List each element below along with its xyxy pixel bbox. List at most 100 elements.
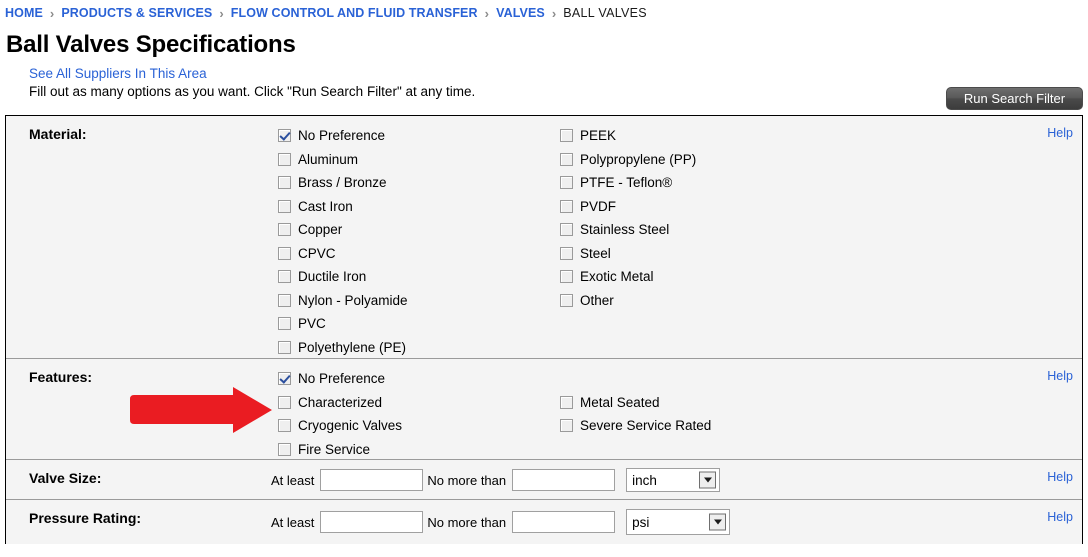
breadcrumb-item-ball-valves: BALL VALVES [563, 6, 647, 20]
breadcrumb-item-flow-control-and-fluid-transfer[interactable]: FLOW CONTROL AND FLUID TRANSFER [231, 6, 478, 20]
pressure-rating-unit-select[interactable]: psi [626, 509, 731, 535]
checkbox-unchecked-icon[interactable] [278, 317, 291, 331]
checkbox-label[interactable]: Characterized [298, 395, 382, 410]
checkbox-unchecked-icon[interactable] [278, 246, 291, 260]
checkbox-item[interactable]: Stainless Steel [560, 218, 696, 242]
checkbox-label[interactable]: No Preference [298, 371, 385, 386]
run-search-filter-button[interactable]: Run Search Filter [946, 87, 1083, 110]
pressure-rating-range-controls: At least No more than psi [271, 500, 731, 544]
spec-row-features: Features: Help No Preference Characterize… [6, 359, 1082, 460]
help-link-valve-size[interactable]: Help [1047, 470, 1073, 484]
checkbox-item[interactable]: No Preference [278, 367, 402, 391]
checkbox-label[interactable]: Stainless Steel [580, 222, 669, 237]
checkbox-item[interactable]: Aluminum [278, 148, 408, 172]
checkbox-unchecked-icon[interactable] [560, 270, 573, 284]
checkbox-label[interactable]: No Preference [298, 128, 385, 143]
checkbox-label[interactable]: Metal Seated [580, 395, 660, 410]
valve-size-unit-value: inch [632, 472, 657, 488]
checkbox-label[interactable]: Exotic Metal [580, 269, 654, 284]
checkbox-item[interactable]: Nylon - Polyamide [278, 289, 408, 313]
checkbox-label[interactable]: Fire Service [298, 442, 370, 457]
checkbox-unchecked-icon[interactable] [560, 419, 573, 433]
checkbox-item[interactable]: Severe Service Rated [560, 414, 711, 438]
checkbox-unchecked-icon[interactable] [278, 442, 291, 456]
breadcrumb-item-products-services[interactable]: PRODUCTS & SERVICES [61, 6, 212, 20]
checkbox-label[interactable]: PEEK [580, 128, 616, 143]
checkbox-label[interactable]: Cast Iron [298, 199, 353, 214]
checkbox-label[interactable]: Other [580, 293, 614, 308]
checkbox-label[interactable]: Ductile Iron [298, 269, 366, 284]
checkbox-checked-icon[interactable] [278, 129, 291, 143]
checkbox-label[interactable]: Polypropylene (PP) [580, 152, 696, 167]
chevron-down-icon[interactable] [699, 471, 717, 489]
help-link-pressure-rating[interactable]: Help [1047, 510, 1073, 524]
checkbox-item[interactable]: Metal Seated [560, 391, 711, 415]
checkbox-item[interactable]: Copper [278, 218, 408, 242]
checkbox-label[interactable]: PVC [298, 316, 326, 331]
checkbox-label[interactable]: Polyethylene (PE) [298, 340, 406, 355]
checkbox-item[interactable]: PVC [278, 312, 408, 336]
valve-size-at-least-input[interactable] [320, 469, 424, 491]
checkbox-unchecked-icon[interactable] [560, 293, 573, 307]
checkbox-item[interactable]: Steel [560, 242, 696, 266]
checkbox-unchecked-icon[interactable] [278, 340, 291, 354]
checkbox-item[interactable]: No Preference [278, 124, 408, 148]
checkbox-label[interactable]: Brass / Bronze [298, 175, 387, 190]
checkbox-item[interactable]: Exotic Metal [560, 265, 696, 289]
checkbox-item[interactable]: Brass / Bronze [278, 171, 408, 195]
pressure-rating-at-least-input[interactable] [320, 511, 424, 533]
pressure-rating-label: Pressure Rating: [29, 510, 142, 526]
intro-block: See All Suppliers In This Area Fill out … [29, 65, 1088, 101]
checkbox-label[interactable]: Severe Service Rated [580, 418, 711, 433]
checkbox-unchecked-icon[interactable] [560, 246, 573, 260]
breadcrumb-item-valves[interactable]: VALVES [496, 6, 545, 20]
checkbox-item[interactable]: PTFE - Teflon® [560, 171, 696, 195]
checkbox-unchecked-icon[interactable] [278, 293, 291, 307]
breadcrumb-separator-icon: › [49, 5, 55, 21]
checkbox-label[interactable]: Copper [298, 222, 342, 237]
checkbox-unchecked-icon[interactable] [278, 270, 291, 284]
valve-size-label: Valve Size: [29, 470, 102, 486]
checkbox-unchecked-icon[interactable] [278, 199, 291, 213]
checkbox-unchecked-icon[interactable] [278, 223, 291, 237]
features-checkbox-area: No Preference Characterized Cryogenic Valv… [6, 359, 1082, 459]
valve-size-no-more-than-input[interactable] [512, 469, 616, 491]
chevron-down-icon[interactable] [709, 513, 727, 531]
checkbox-item[interactable]: PEEK [560, 124, 696, 148]
checkbox-label[interactable]: Cryogenic Valves [298, 418, 402, 433]
see-all-suppliers-link[interactable]: See All Suppliers In This Area [29, 65, 1088, 83]
checkbox-label[interactable]: Steel [580, 246, 611, 261]
checkbox-unchecked-icon[interactable] [560, 199, 573, 213]
checkbox-label[interactable]: CPVC [298, 246, 336, 261]
material-checkbox-area: No Preference Aluminum Brass / Bronze Cast … [6, 116, 1082, 358]
checkbox-item[interactable]: Cryogenic Valves [278, 414, 402, 438]
checkbox-item[interactable]: CPVC [278, 242, 408, 266]
checkbox-label[interactable]: PVDF [580, 199, 616, 214]
breadcrumb-item-home[interactable]: HOME [5, 6, 43, 20]
features-column-2: Metal Seated Severe Service Rated [560, 391, 711, 438]
checkbox-unchecked-icon[interactable] [278, 395, 291, 409]
checkbox-item[interactable]: Polyethylene (PE) [278, 336, 408, 360]
checkbox-label[interactable]: Aluminum [298, 152, 358, 167]
checkbox-unchecked-icon[interactable] [278, 176, 291, 190]
checkbox-item[interactable]: Ductile Iron [278, 265, 408, 289]
checkbox-unchecked-icon[interactable] [278, 152, 291, 166]
checkbox-unchecked-icon[interactable] [560, 176, 573, 190]
checkbox-label[interactable]: PTFE - Teflon® [580, 175, 672, 190]
pressure-rating-no-more-than-input[interactable] [512, 511, 616, 533]
valve-size-unit-select[interactable]: inch [626, 468, 721, 492]
checkbox-unchecked-icon[interactable] [560, 395, 573, 409]
checkbox-item[interactable]: Other [560, 289, 696, 313]
checkbox-unchecked-icon[interactable] [560, 129, 573, 143]
checkbox-item[interactable]: Fire Service [278, 438, 402, 462]
checkbox-item[interactable]: PVDF [560, 195, 696, 219]
checkbox-item[interactable]: Characterized [278, 391, 402, 415]
checkbox-item[interactable]: Cast Iron [278, 195, 408, 219]
checkbox-checked-icon[interactable] [278, 372, 291, 386]
checkbox-label[interactable]: Nylon - Polyamide [298, 293, 408, 308]
valve-size-no-more-than-label: No more than [427, 472, 507, 488]
checkbox-item[interactable]: Polypropylene (PP) [560, 148, 696, 172]
checkbox-unchecked-icon[interactable] [560, 152, 573, 166]
checkbox-unchecked-icon[interactable] [278, 419, 291, 433]
checkbox-unchecked-icon[interactable] [560, 223, 573, 237]
